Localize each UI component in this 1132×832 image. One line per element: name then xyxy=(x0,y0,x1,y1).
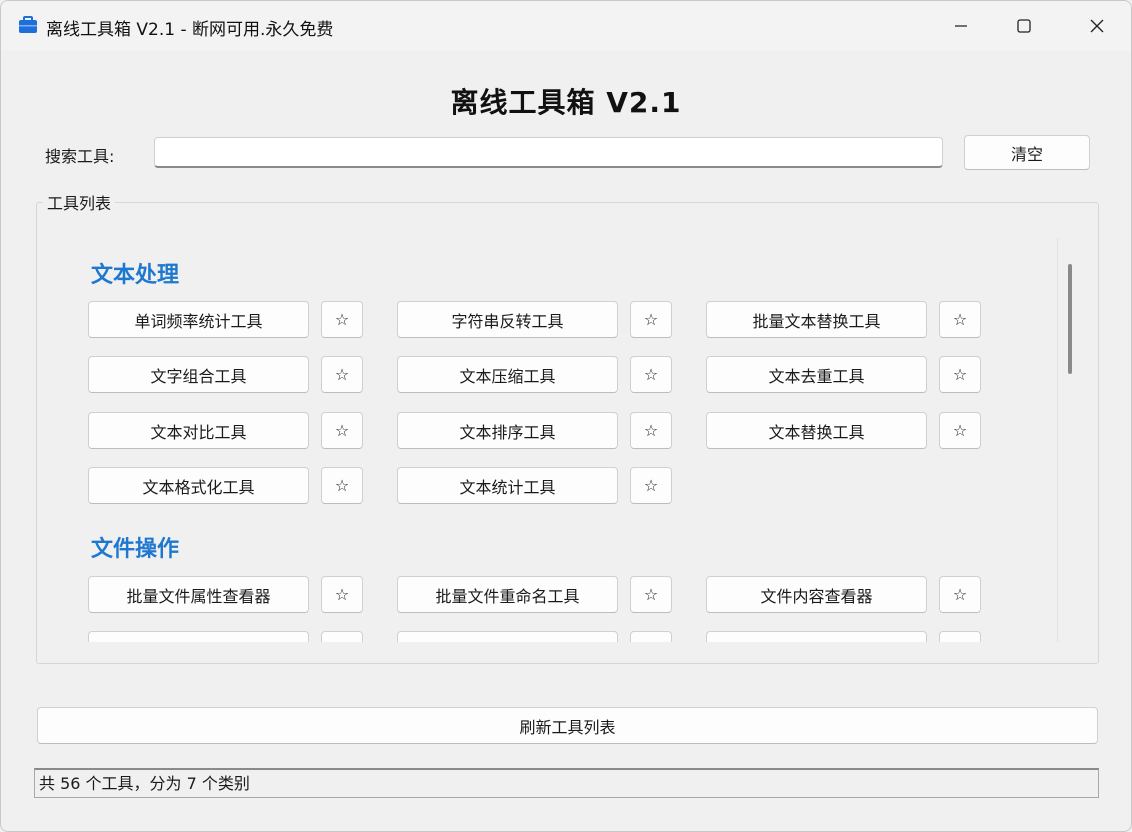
favorite-star-button[interactable]: ☆ xyxy=(321,356,363,393)
refresh-button[interactable]: 刷新工具列表 xyxy=(37,707,1098,744)
favorite-star-button[interactable]: ☆ xyxy=(630,467,672,504)
favorite-star-button[interactable] xyxy=(939,631,981,642)
tool-button[interactable]: 批量文本替换工具 xyxy=(706,301,927,338)
tool-button[interactable]: 文本统计工具 xyxy=(397,467,618,504)
window-title: 离线工具箱 V2.1 - 断网可用.永久免费 xyxy=(46,20,334,40)
category-title: 文件操作 xyxy=(91,537,180,562)
search-input[interactable] xyxy=(154,137,943,168)
tool-button[interactable]: 文本格式化工具 xyxy=(88,467,309,504)
close-icon xyxy=(1090,19,1104,33)
favorite-star-button[interactable]: ☆ xyxy=(630,576,672,613)
title-bar: 离线工具箱 V2.1 - 断网可用.永久免费 xyxy=(1,1,1131,51)
favorite-star-button[interactable]: ☆ xyxy=(630,412,672,449)
status-bar: 共 56 个工具，分为 7 个类别 xyxy=(34,768,1099,798)
maximize-icon xyxy=(1017,19,1031,33)
tool-button[interactable]: 文本压缩工具 xyxy=(397,356,618,393)
favorite-star-button[interactable]: ☆ xyxy=(939,576,981,613)
tool-button[interactable] xyxy=(397,631,618,642)
maximize-button[interactable] xyxy=(994,1,1054,51)
tool-button[interactable]: 文件内容查看器 xyxy=(706,576,927,613)
tool-button[interactable]: 批量文件重命名工具 xyxy=(397,576,618,613)
tool-button[interactable]: 文本对比工具 xyxy=(88,412,309,449)
tool-button[interactable]: 字符串反转工具 xyxy=(397,301,618,338)
favorite-star-button[interactable]: ☆ xyxy=(939,412,981,449)
tool-list-label: 工具列表 xyxy=(43,190,116,214)
tool-button[interactable] xyxy=(706,631,927,642)
favorite-star-button[interactable]: ☆ xyxy=(321,412,363,449)
favorite-star-button[interactable]: ☆ xyxy=(939,356,981,393)
favorite-star-button[interactable]: ☆ xyxy=(630,356,672,393)
tool-list-scroll-area: 文本处理 单词频率统计工具 ☆ 字符串反转工具 ☆ 批量文本替换工具 ☆ 文字组… xyxy=(37,237,1057,642)
clear-button[interactable]: 清空 xyxy=(964,135,1090,170)
favorite-star-button[interactable]: ☆ xyxy=(321,467,363,504)
app-window: 离线工具箱 V2.1 - 断网可用.永久免费 离线工具箱 V2.1 搜索工具: … xyxy=(0,0,1132,832)
tool-button[interactable] xyxy=(88,631,309,642)
tool-button[interactable]: 文字组合工具 xyxy=(88,356,309,393)
tool-button[interactable]: 文本替换工具 xyxy=(706,412,927,449)
scrollbar-thumb[interactable] xyxy=(1068,264,1072,374)
search-label: 搜索工具: xyxy=(45,147,115,166)
tool-button[interactable]: 文本排序工具 xyxy=(397,412,618,449)
favorite-star-button[interactable]: ☆ xyxy=(630,301,672,338)
favorite-star-button[interactable]: ☆ xyxy=(939,301,981,338)
tool-button[interactable]: 批量文件属性查看器 xyxy=(88,576,309,613)
favorite-star-button[interactable] xyxy=(321,631,363,642)
favorite-star-button[interactable] xyxy=(630,631,672,642)
minimize-icon xyxy=(955,25,967,27)
tool-button[interactable]: 单词频率统计工具 xyxy=(88,301,309,338)
scrollbar-track[interactable] xyxy=(1057,238,1058,642)
minimize-button[interactable] xyxy=(931,1,991,51)
tool-button[interactable]: 文本去重工具 xyxy=(706,356,927,393)
favorite-star-button[interactable]: ☆ xyxy=(321,301,363,338)
favorite-star-button[interactable]: ☆ xyxy=(321,576,363,613)
category-title: 文本处理 xyxy=(91,263,180,288)
app-title: 离线工具箱 V2.1 xyxy=(450,86,682,119)
toolbox-icon xyxy=(19,16,37,33)
close-button[interactable] xyxy=(1067,1,1127,51)
